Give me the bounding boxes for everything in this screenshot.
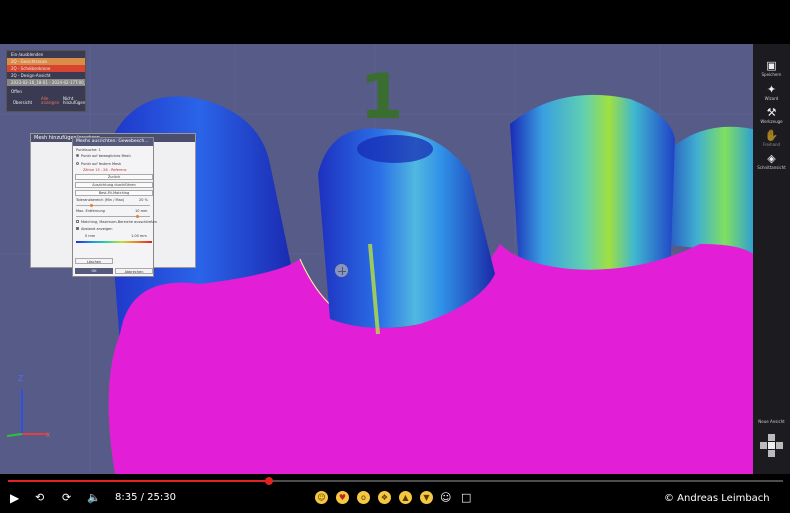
save-label: Speichern (761, 72, 782, 77)
overview-button[interactable]: Übersicht (13, 100, 32, 105)
emoji-hands-icon[interactable]: ❖ (378, 491, 391, 504)
toolbar-tools[interactable]: ⚒ Werkzeuge (753, 106, 790, 130)
video-player[interactable]: 1 Z X Ein-/ausblenden 2Q - Gesichtsscan … (0, 0, 790, 513)
moving-mesh-label: Punkt auf bewegliches Mesh (81, 154, 131, 158)
progress-fill (8, 480, 269, 482)
player-controls: ▶ ⟲ ⟳ 🔈 8:35 / 25:30 ☺ ♥ o ❖ ▲ ▼ ☺ □ © A… (0, 486, 790, 513)
hand-icon: ✋ (764, 129, 779, 142)
cad-viewport[interactable]: 1 Z X Ein-/ausblenden 2Q - Gesichtsscan … (0, 44, 790, 474)
tools-icon: ⚒ (766, 106, 777, 119)
max-distance-label: Max. Entfernung (76, 209, 105, 213)
play-icon[interactable]: ▶ (10, 490, 19, 506)
add-emoji-icon[interactable]: ☺ (440, 490, 451, 506)
ok-button[interactable]: OK (75, 268, 113, 274)
align-mesh-dialog[interactable]: Meshs ausrichten: Gewebesch... Punktsuch… (72, 137, 157, 277)
max-distance-value: 10 mm (135, 209, 148, 213)
show-distance-checkbox[interactable] (76, 227, 79, 230)
emoji-love-icon[interactable]: ♥ (336, 491, 349, 504)
delete-button[interactable]: Löschen (75, 258, 113, 264)
section-view-label: Schnittansicht (757, 165, 786, 170)
object-row-crown[interactable]: 2Q - Scheibenkrone (7, 65, 85, 72)
video-progress-bar[interactable] (0, 476, 790, 485)
tolerance-value: 20 % (139, 198, 148, 202)
volume-icon[interactable]: 🔈 (87, 490, 101, 506)
emoji-surprised-icon[interactable]: o (357, 491, 370, 504)
save-icon: ▣ (766, 59, 777, 72)
object-row-design-view[interactable]: 2Q - Design-Ansicht (7, 72, 85, 79)
toolbar-wizard[interactable]: ✦ Wizard (753, 83, 790, 107)
rewind-icon[interactable]: ⟲ (35, 490, 44, 506)
matching-checkbox[interactable] (76, 220, 79, 223)
point-search-label: Punktsuche: 1 (76, 148, 101, 152)
freehand-label: Freihand (762, 142, 781, 147)
toolbar-section-view[interactable]: ◈ Schnittansicht (753, 152, 790, 176)
object-row-scan[interactable]: 2023-02-16_18-01 - 2024-02-17T-00_gescan… (7, 79, 85, 86)
radio-fixed-mesh[interactable] (76, 162, 79, 165)
move-cursor-icon (335, 264, 348, 277)
back-button[interactable]: Zurück (75, 174, 153, 180)
scale-min-value: 0 mm (85, 234, 96, 238)
right-toolbar: ▣ Speichern ✦ Wizard ⚒ Werkzeuge ✋ Freih… (753, 44, 790, 474)
tools-label: Werkzeuge (760, 119, 783, 124)
gamepad-icon: ◈ (767, 152, 776, 165)
max-distance-slider[interactable] (76, 215, 150, 218)
radio-moving-mesh[interactable] (76, 154, 79, 157)
object-row-visibility[interactable]: Ein-/ausblenden (7, 51, 85, 58)
emoji-thumbs-up-icon[interactable]: ▲ (399, 491, 412, 504)
scale-max-value: 1.00 mm (131, 234, 147, 238)
emoji-thumbs-down-icon[interactable]: ▼ (420, 491, 433, 504)
tolerance-label: Toleranzbereich (Min / Max) (76, 198, 125, 202)
cancel-button[interactable]: Abbrechen (115, 268, 153, 274)
align-mesh-dialog-title: Meshs ausrichten: Gewebesch... (73, 138, 153, 146)
distance-color-scale (76, 241, 152, 243)
object-panel[interactable]: Ein-/ausblenden 2Q - Gesichtsscan 2Q - S… (6, 50, 86, 112)
progress-handle[interactable] (265, 477, 273, 485)
forward-icon[interactable]: ⟳ (62, 490, 71, 506)
tooth-number-label: 1 (360, 60, 404, 133)
no-add-button[interactable]: Nicht hinzufügen (63, 97, 85, 105)
tolerance-slider[interactable] (76, 204, 150, 207)
emoji-laugh-icon[interactable]: ☺ (315, 491, 328, 504)
matching-label: Matching, Maximum-Bereiche ausschließen (81, 220, 157, 224)
view-cube-icon[interactable] (758, 432, 785, 459)
toolbar-save[interactable]: ▣ Speichern (753, 59, 790, 83)
object-row-face-scan[interactable]: 2Q - Gesichtsscan (7, 58, 85, 65)
object-panel-buttons: Übersicht Alle anzeigen Nicht hinzufügen (7, 97, 87, 111)
wizard-label: Wizard (764, 96, 779, 101)
comment-icon[interactable]: □ (461, 490, 471, 506)
show-distance-label: Abstand anzeigen (81, 227, 113, 231)
new-view-text: Neue Ansicht (758, 419, 785, 424)
watermark: © Andreas Leimbach (664, 493, 770, 504)
reference-label: Zähne 15 - 26 - Referenz (83, 168, 127, 172)
axis-label-z: Z (18, 374, 24, 383)
axis-triad (6, 389, 47, 437)
best-fit-button[interactable]: Best-Fit-Matching (75, 190, 153, 196)
wand-icon: ✦ (766, 83, 777, 96)
perform-alignment-button[interactable]: Ausrichtung durchführen (75, 182, 153, 188)
object-row-offen[interactable]: Offen (7, 88, 85, 95)
show-all-button[interactable]: Alle anzeigen (41, 97, 59, 105)
toolbar-freehand[interactable]: ✋ Freihand (753, 129, 790, 153)
fixed-mesh-label: Punkt auf festem Mesh (81, 162, 122, 166)
time-display: 8:35 / 25:30 (115, 492, 177, 503)
axis-label-x: X (46, 432, 51, 439)
